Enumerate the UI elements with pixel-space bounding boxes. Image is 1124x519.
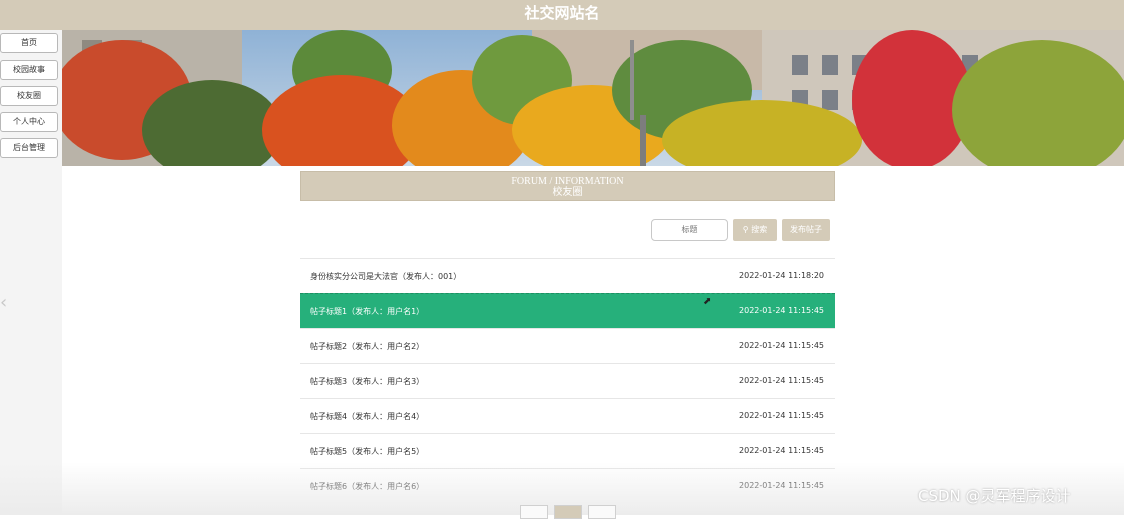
watermark: CSDN @灵军程序设计 [918,487,1071,505]
title-search-input[interactable]: 标题 [651,219,728,241]
post-title: 帖子标题1（发布人：用户名1） [310,307,425,316]
nav-home[interactable]: 首页 [0,33,58,53]
search-button-label: 搜索 [751,225,768,234]
list-item[interactable]: 帖子标题5（发布人：用户名5） 2022-01-24 11:15:45 [300,433,835,468]
list-item[interactable]: 帖子标题1（发布人：用户名1） 2022-01-24 11:15:45 [300,293,835,328]
post-date: 2022-01-24 11:15:45 [739,446,824,455]
site-header: 社交网站名 [0,0,1124,30]
post-date: 2022-01-24 11:15:45 [739,481,824,490]
section-header: FORUM / INFORMATION 校友圈 [300,171,835,201]
nav-admin[interactable]: 后台管理 [0,138,58,158]
chevron-left-icon[interactable]: ‹ [0,292,7,313]
post-date: 2022-01-24 11:15:45 [739,341,824,350]
banner-image [62,30,1124,166]
pagination-button[interactable] [520,505,548,519]
search-button[interactable]: ⚲ 搜索 [733,219,777,241]
list-item[interactable]: 身份核实分公司是大法官（发布人：001） 2022-01-24 11:18:20 [300,258,835,293]
post-title: 帖子标题5（发布人：用户名5） [310,447,425,456]
list-item[interactable]: 帖子标题4（发布人：用户名4） 2022-01-24 11:15:45 [300,398,835,433]
nav-personal-center[interactable]: 个人中心 [0,112,58,132]
post-date: 2022-01-24 11:15:45 [739,306,824,315]
post-date: 2022-01-24 11:15:45 [739,376,824,385]
site-title: 社交网站名 [524,4,600,22]
post-list: 身份核实分公司是大法官（发布人：001） 2022-01-24 11:18:20… [300,258,835,503]
post-date: 2022-01-24 11:18:20 [739,271,824,280]
list-item[interactable]: 帖子标题3（发布人：用户名3） 2022-01-24 11:15:45 [300,363,835,398]
post-title: 帖子标题4（发布人：用户名4） [310,412,425,421]
section-title-cn: 校友圈 [552,187,583,198]
section-title-en: FORUM / INFORMATION [511,176,624,187]
search-icon: ⚲ [742,225,749,234]
mouse-cursor-icon: ⬈ [703,296,712,307]
banner-carousel[interactable] [62,30,1124,166]
post-date: 2022-01-24 11:15:45 [739,411,824,420]
nav-alumni-circle[interactable]: 校友圈 [0,86,58,106]
pagination-button[interactable] [588,505,616,519]
post-title: 身份核实分公司是大法官（发布人：001） [310,272,462,281]
pagination [520,505,616,519]
publish-post-button[interactable]: 发布帖子 [782,219,830,241]
nav-campus-story[interactable]: 校园故事 [0,60,58,80]
sidebar: 首页 校园故事 校友圈 个人中心 后台管理 ‹ [0,30,62,515]
post-title: 帖子标题6（发布人：用户名6） [310,482,425,491]
post-title: 帖子标题2（发布人：用户名2） [310,342,425,351]
pagination-button[interactable] [554,505,582,519]
post-title: 帖子标题3（发布人：用户名3） [310,377,425,386]
list-item[interactable]: 帖子标题2（发布人：用户名2） 2022-01-24 11:15:45 [300,328,835,363]
list-item[interactable]: 帖子标题6（发布人：用户名6） 2022-01-24 11:15:45 [300,468,835,503]
